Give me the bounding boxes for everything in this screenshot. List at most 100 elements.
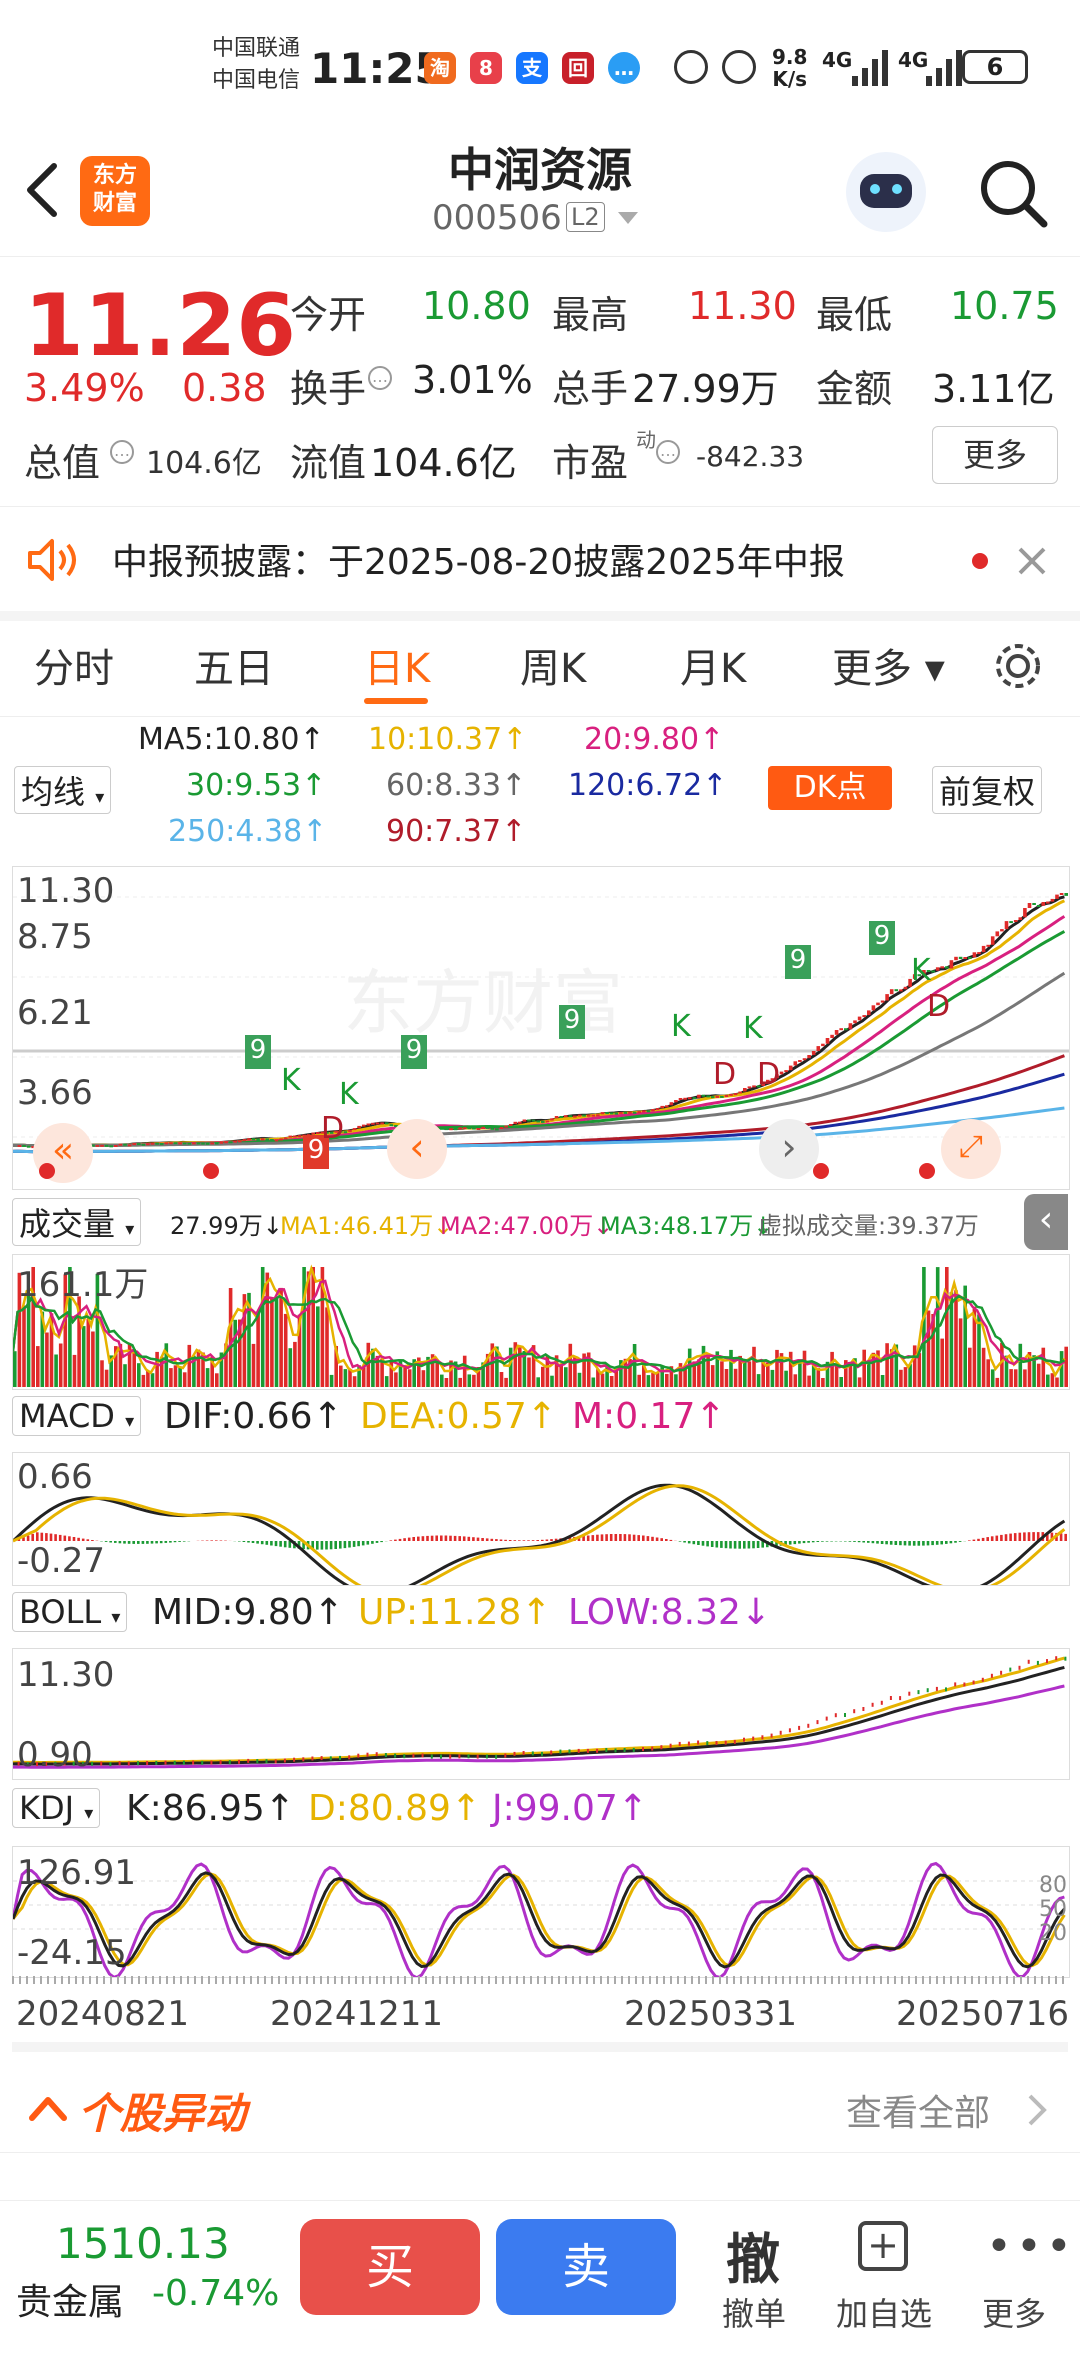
macd-bar xyxy=(541,1540,544,1541)
caret-down-icon[interactable] xyxy=(616,210,640,226)
close-icon[interactable] xyxy=(1016,545,1048,577)
volume-bar xyxy=(183,1372,187,1387)
macd-bar xyxy=(734,1541,737,1549)
tab-more[interactable]: 更多 ▾ xyxy=(832,636,945,694)
volume-chart[interactable]: 161.1万 xyxy=(12,1254,1070,1390)
macd-bar xyxy=(403,1538,406,1541)
volume-bar xyxy=(311,1267,315,1387)
info-icon[interactable]: … xyxy=(368,366,392,390)
candle xyxy=(679,1098,683,1100)
candle xyxy=(18,1145,22,1147)
candle xyxy=(527,1120,531,1122)
more-label[interactable]: 更多 xyxy=(982,2289,1046,2335)
info-icon[interactable]: … xyxy=(110,440,134,464)
candle xyxy=(169,1142,173,1144)
ma-selector[interactable]: 均线 ▾ xyxy=(14,766,111,814)
macd-bar xyxy=(656,1538,659,1542)
candle xyxy=(624,1112,628,1114)
event-dot[interactable] xyxy=(919,1163,935,1179)
macd-bar xyxy=(514,1540,517,1541)
chevron-right-icon[interactable] xyxy=(1026,2092,1050,2128)
candle xyxy=(853,1020,857,1023)
macd-bar xyxy=(954,1541,957,1543)
boll-chart[interactable]: 11.30 0.90 xyxy=(12,1648,1070,1780)
candle xyxy=(247,1138,251,1140)
boll-y-bottom: 0.90 xyxy=(17,1735,93,1775)
macd-y-bottom: -0.27 xyxy=(17,1541,105,1581)
kline-chart[interactable]: 东方财富 11.30 8.75 6.21 3.66 9 9 9 9 9 9 K … xyxy=(12,866,1070,1190)
kdj-selector[interactable]: KDJ ▾ xyxy=(12,1788,100,1828)
volume-bar xyxy=(592,1378,596,1388)
add-watchlist-label[interactable]: 加自选 xyxy=(836,2289,932,2335)
macd-selector[interactable]: MACD ▾ xyxy=(12,1396,141,1436)
volume-bar xyxy=(725,1369,729,1387)
scroll-right-button[interactable]: › xyxy=(759,1119,819,1179)
volume-bar xyxy=(550,1376,554,1387)
boll-selector[interactable]: BOLL ▾ xyxy=(12,1592,127,1632)
robot-mascot-icon[interactable] xyxy=(846,152,926,232)
volume-bar xyxy=(275,1298,279,1388)
add-watchlist-icon[interactable]: + xyxy=(858,2221,908,2271)
kdj-chart[interactable]: 126.91 -24.15 80 50 20 xyxy=(12,1846,1070,1978)
event-dot[interactable] xyxy=(39,1163,55,1179)
ma250-value: 250:4.38↑ xyxy=(168,814,327,849)
volume-bar xyxy=(468,1374,472,1387)
volume-selector[interactable]: 成交量 ▾ xyxy=(12,1198,141,1246)
candle xyxy=(523,1120,527,1122)
gear-icon[interactable] xyxy=(990,638,1046,694)
tab-monthly-k[interactable]: 月K xyxy=(680,636,746,694)
candle xyxy=(601,1112,605,1114)
sell-button[interactable]: 卖 xyxy=(496,2219,676,2315)
info-icon[interactable]: … xyxy=(656,440,680,464)
candle xyxy=(210,1142,214,1144)
cancel-order-label[interactable]: 撤单 xyxy=(722,2289,786,2335)
macd-canvas xyxy=(13,1453,1069,1585)
candle xyxy=(738,1092,742,1094)
search-icon[interactable] xyxy=(976,156,1050,230)
notice-bar[interactable]: 中报预披露：于2025-08-20披露2025年中报 xyxy=(0,507,1080,621)
macd-bar xyxy=(445,1536,448,1542)
boll-candle xyxy=(844,1713,846,1717)
buy-button[interactable]: 买 xyxy=(300,2219,480,2315)
boll-candle xyxy=(826,1717,828,1721)
scroll-left-button[interactable]: ‹ xyxy=(387,1119,447,1179)
macd-bar xyxy=(660,1538,663,1541)
candle xyxy=(188,1143,192,1145)
volume-bar xyxy=(1042,1348,1046,1387)
boll-candle xyxy=(376,1752,378,1756)
macd-bar xyxy=(367,1541,370,1545)
macd-bar xyxy=(256,1541,259,1544)
candle xyxy=(491,1128,495,1130)
cancel-order-icon[interactable]: 撤 xyxy=(726,2215,780,2294)
view-all-link[interactable]: 查看全部 xyxy=(846,2084,990,2136)
volume-bar xyxy=(279,1288,283,1387)
stock-movement-section[interactable]: 个股异动 查看全部 xyxy=(0,2066,1080,2153)
index-name[interactable]: 贵金属 xyxy=(16,2273,124,2325)
more-dots-icon[interactable]: ••• xyxy=(986,2221,1076,2272)
more-quote-button[interactable]: 更多 xyxy=(932,426,1058,484)
macd-chart[interactable]: 0.66 -0.27 xyxy=(12,1452,1070,1586)
tab-weekly-k[interactable]: 周K xyxy=(520,636,586,694)
event-dot[interactable] xyxy=(813,1163,829,1179)
volume-bar xyxy=(959,1318,963,1387)
side-panel-toggle[interactable]: ‹ xyxy=(1024,1194,1068,1250)
candle xyxy=(22,1145,26,1147)
boll-candle xyxy=(817,1720,819,1724)
volume-bar xyxy=(73,1355,77,1387)
candle xyxy=(821,1044,825,1046)
boll-candle xyxy=(679,1742,681,1746)
tab-intraday[interactable]: 分时 xyxy=(34,636,114,694)
volume-value: 27.99万↓ xyxy=(170,1206,283,1241)
candle xyxy=(849,1023,853,1029)
adjust-button[interactable]: 前复权 xyxy=(932,766,1042,814)
tab-daily-k[interactable]: 日K xyxy=(364,636,430,694)
dk-point-button[interactable]: DK点 xyxy=(768,766,892,810)
index-value[interactable]: 1510.13 xyxy=(56,2219,230,2268)
index-pct[interactable]: -0.74% xyxy=(152,2273,279,2314)
boll-candle xyxy=(559,1750,561,1754)
status-bar: 中国联通 中国电信 11:25 淘 8 支 回 … 9.8K/s 4G 4G 6 xyxy=(0,0,1080,130)
tab-five-day[interactable]: 五日 xyxy=(194,636,274,694)
active-tab-indicator xyxy=(364,698,428,704)
event-dot[interactable] xyxy=(203,1163,219,1179)
expand-icon[interactable]: ⤢ xyxy=(941,1119,1001,1179)
